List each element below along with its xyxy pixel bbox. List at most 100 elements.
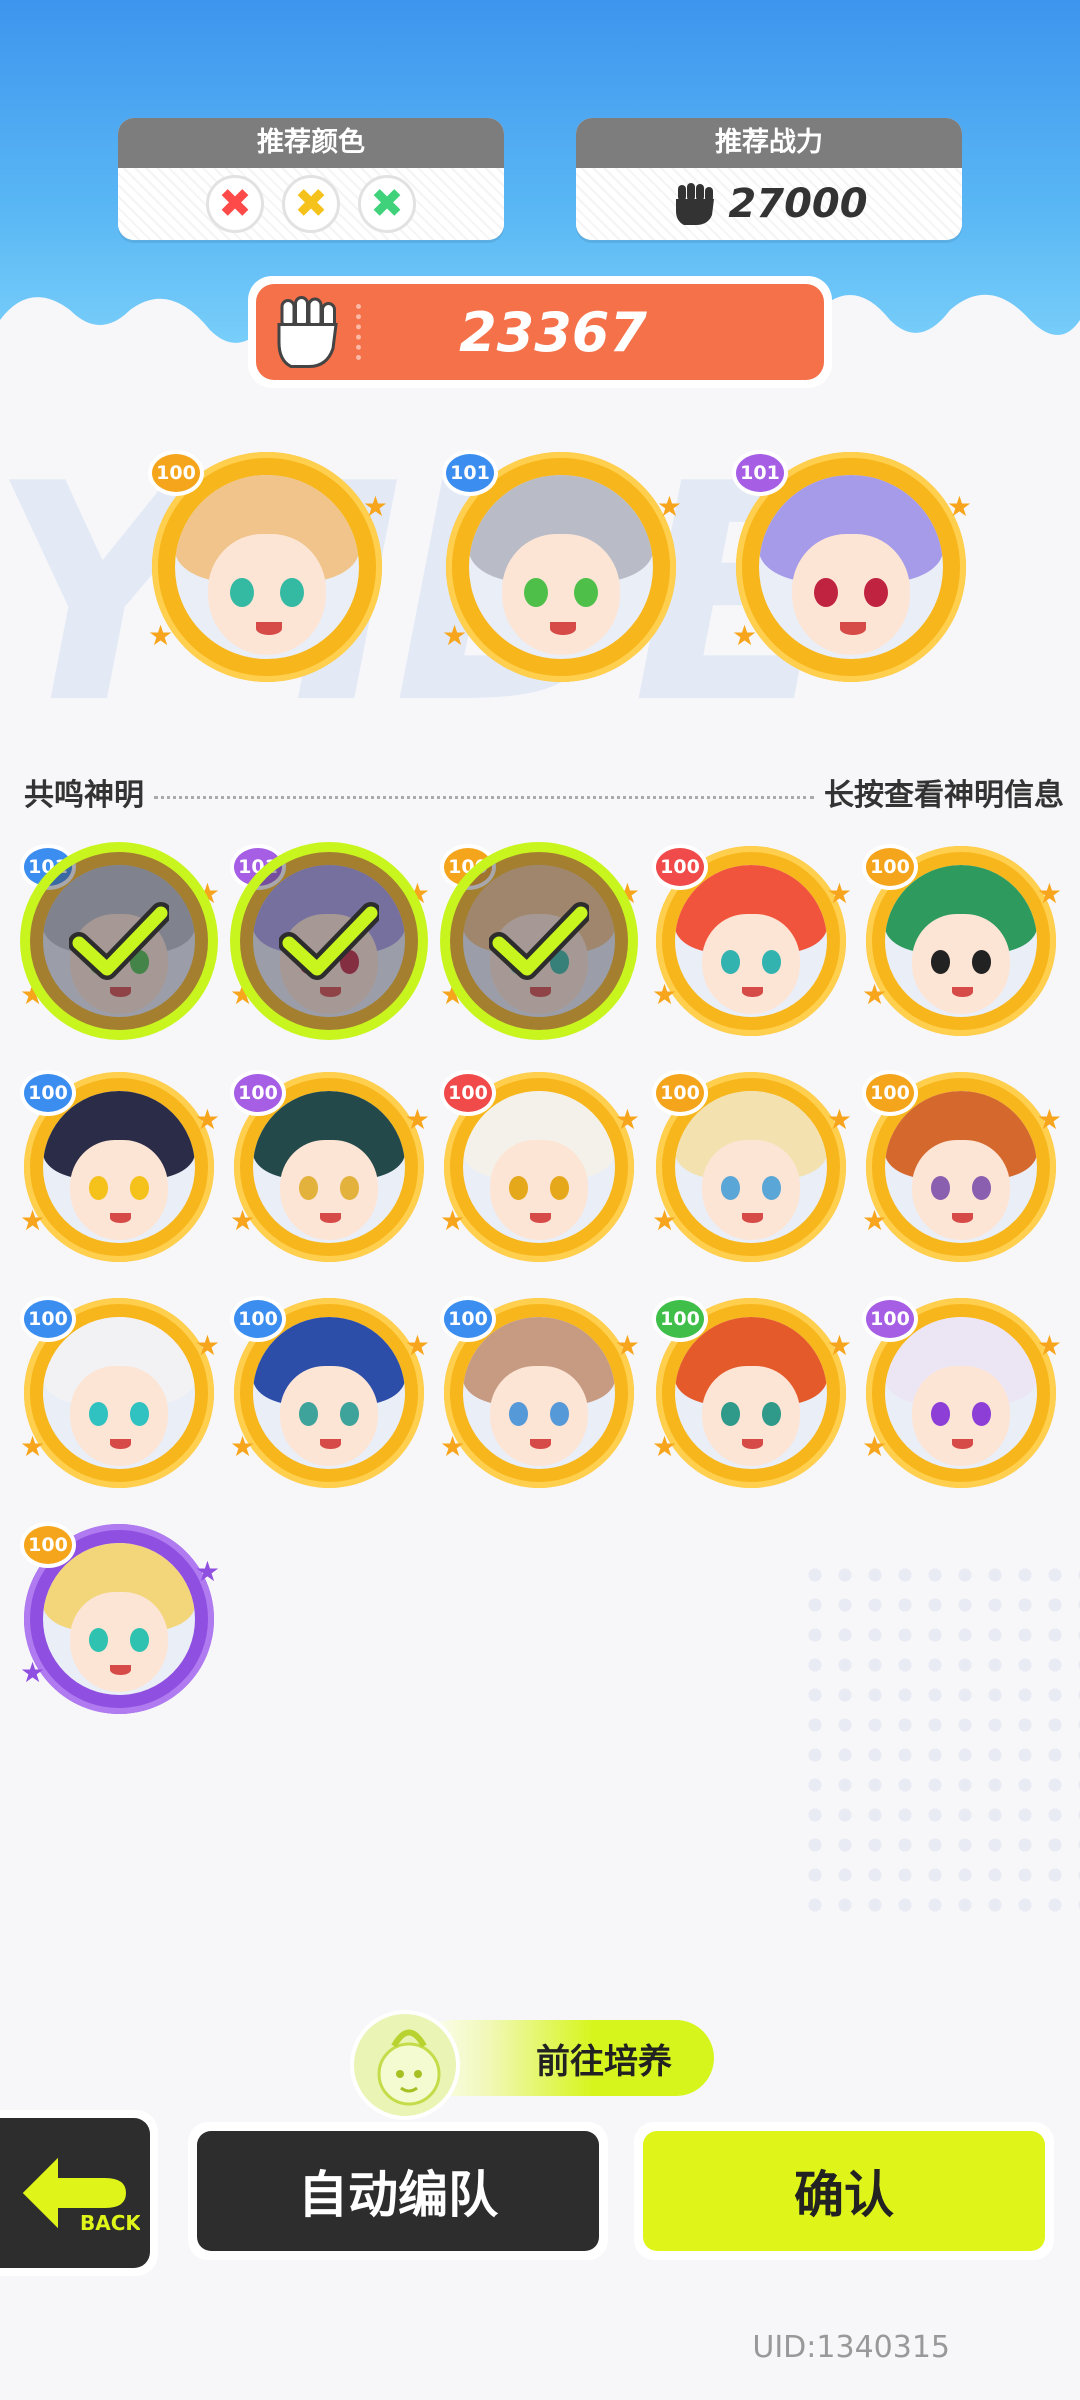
star-icon: ★ bbox=[20, 1656, 46, 1690]
star-icon: ★ bbox=[732, 618, 758, 652]
confirm-button[interactable]: 确认 bbox=[634, 2122, 1054, 2260]
halftone-pattern bbox=[800, 1560, 1080, 1920]
character-portrait bbox=[675, 1317, 827, 1469]
recommended-power-value: 27000 bbox=[728, 181, 868, 227]
character-portrait bbox=[469, 475, 653, 659]
star-icon: ★ bbox=[1036, 877, 1062, 911]
roster-character[interactable]: ★ ★ 100 bbox=[440, 842, 640, 1040]
star-icon: ★ bbox=[614, 1329, 640, 1363]
roster-character[interactable]: ★ ★ 100 bbox=[862, 1296, 1062, 1488]
roster-character[interactable]: ★ ★ 100 bbox=[652, 1296, 852, 1488]
recommended-power-title: 推荐战力 bbox=[576, 118, 962, 168]
section-header: 共鸣神明 长按查看神明信息 bbox=[24, 770, 1064, 814]
level-badge: 100 bbox=[652, 844, 708, 890]
star-icon: ★ bbox=[862, 1430, 888, 1464]
back-label: BACK bbox=[80, 2211, 140, 2235]
checkmark-icon bbox=[489, 902, 589, 980]
confirm-label: 确认 bbox=[643, 2131, 1045, 2251]
character-portrait bbox=[175, 475, 359, 659]
roster-character[interactable]: ★ ★ 101 bbox=[20, 842, 220, 1040]
go-train-button[interactable]: 前往培养 bbox=[350, 2010, 714, 2120]
star-icon: ★ bbox=[440, 1204, 466, 1238]
character-portrait bbox=[463, 1317, 615, 1469]
green-clover-icon: ✖ bbox=[358, 175, 416, 233]
train-character-avatar bbox=[350, 2010, 460, 2120]
star-icon: ★ bbox=[230, 1204, 256, 1238]
roster-character[interactable]: ★ ★ 100 bbox=[20, 1522, 220, 1714]
character-portrait bbox=[43, 1317, 195, 1469]
star-icon: ★ bbox=[826, 1103, 852, 1137]
checkmark-icon bbox=[69, 902, 169, 980]
level-badge: 101 bbox=[732, 450, 788, 496]
level-badge: 100 bbox=[20, 1522, 76, 1568]
selected-character-slot[interactable]: ★ ★ 101 bbox=[442, 450, 682, 682]
selected-check-overlay bbox=[20, 842, 218, 1040]
star-icon: ★ bbox=[652, 1204, 678, 1238]
roster-character[interactable]: ★ ★ 100 bbox=[440, 1296, 640, 1488]
level-badge: 100 bbox=[862, 1070, 918, 1116]
star-icon: ★ bbox=[20, 1204, 46, 1238]
character-portrait bbox=[675, 1091, 827, 1243]
roster-character[interactable]: ★ ★ 100 bbox=[652, 1070, 852, 1262]
character-portrait bbox=[463, 1091, 615, 1243]
level-badge: 100 bbox=[440, 1070, 496, 1116]
star-icon: ★ bbox=[862, 1204, 888, 1238]
recommended-power-panel: 推荐战力 27000 bbox=[576, 118, 962, 240]
team-power-value: 23367 bbox=[459, 300, 647, 364]
roster-character[interactable]: ★ ★ 100 bbox=[230, 1070, 430, 1262]
level-badge: 100 bbox=[20, 1296, 76, 1342]
back-button[interactable]: BACK bbox=[0, 2110, 158, 2276]
roster-character[interactable]: ★ ★ 101 bbox=[230, 842, 430, 1040]
fist-icon bbox=[676, 183, 715, 225]
star-icon: ★ bbox=[1036, 1103, 1062, 1137]
star-icon: ★ bbox=[440, 1430, 466, 1464]
level-badge: 100 bbox=[652, 1070, 708, 1116]
long-press-hint: 长按查看神明信息 bbox=[824, 778, 1064, 813]
level-badge: 100 bbox=[652, 1296, 708, 1342]
selected-character-slot[interactable]: ★ ★ 100 bbox=[148, 450, 388, 682]
star-icon: ★ bbox=[614, 1103, 640, 1137]
recommended-colors-title: 推荐颜色 bbox=[118, 118, 504, 168]
character-portrait bbox=[253, 1091, 405, 1243]
character-portrait bbox=[43, 1091, 195, 1243]
star-icon: ★ bbox=[1036, 1329, 1062, 1363]
selected-character-slot[interactable]: ★ ★ 101 bbox=[732, 450, 972, 682]
level-badge: 100 bbox=[440, 1296, 496, 1342]
roster-character[interactable]: ★ ★ 100 bbox=[20, 1296, 220, 1488]
level-badge: 100 bbox=[148, 450, 204, 496]
star-icon: ★ bbox=[826, 1329, 852, 1363]
level-badge: 100 bbox=[862, 1296, 918, 1342]
character-portrait bbox=[759, 475, 943, 659]
character-portrait bbox=[675, 865, 827, 1017]
roster-character[interactable]: ★ ★ 100 bbox=[440, 1070, 640, 1262]
star-icon: ★ bbox=[230, 1430, 256, 1464]
yellow-clover-icon: ✖ bbox=[282, 175, 340, 233]
auto-team-button[interactable]: 自动编队 bbox=[188, 2122, 608, 2260]
roster-character[interactable]: ★ ★ 100 bbox=[862, 844, 1062, 1036]
roster-character[interactable]: ★ ★ 100 bbox=[862, 1070, 1062, 1262]
selected-check-overlay bbox=[440, 842, 638, 1040]
star-icon: ★ bbox=[194, 1103, 220, 1137]
roster-character[interactable]: ★ ★ 100 bbox=[652, 844, 852, 1036]
character-portrait bbox=[43, 1543, 195, 1695]
star-icon: ★ bbox=[404, 1329, 430, 1363]
star-icon: ★ bbox=[148, 618, 174, 652]
level-badge: 100 bbox=[862, 844, 918, 890]
star-icon: ★ bbox=[362, 490, 388, 524]
back-arrow-icon: BACK bbox=[17, 2148, 140, 2238]
level-badge: 101 bbox=[442, 450, 498, 496]
team-power-bar: 23367 bbox=[248, 276, 832, 388]
star-icon: ★ bbox=[656, 490, 682, 524]
star-icon: ★ bbox=[194, 1329, 220, 1363]
selected-check-overlay bbox=[230, 842, 428, 1040]
star-icon: ★ bbox=[946, 490, 972, 524]
roster-character[interactable]: ★ ★ 100 bbox=[230, 1296, 430, 1488]
fist-icon bbox=[277, 296, 338, 368]
resonance-gods-label: 共鸣神明 bbox=[24, 778, 144, 813]
star-icon: ★ bbox=[404, 1103, 430, 1137]
level-badge: 100 bbox=[20, 1070, 76, 1116]
star-icon: ★ bbox=[652, 978, 678, 1012]
star-icon: ★ bbox=[652, 1430, 678, 1464]
character-portrait bbox=[885, 1091, 1037, 1243]
roster-character[interactable]: ★ ★ 100 bbox=[20, 1070, 220, 1262]
